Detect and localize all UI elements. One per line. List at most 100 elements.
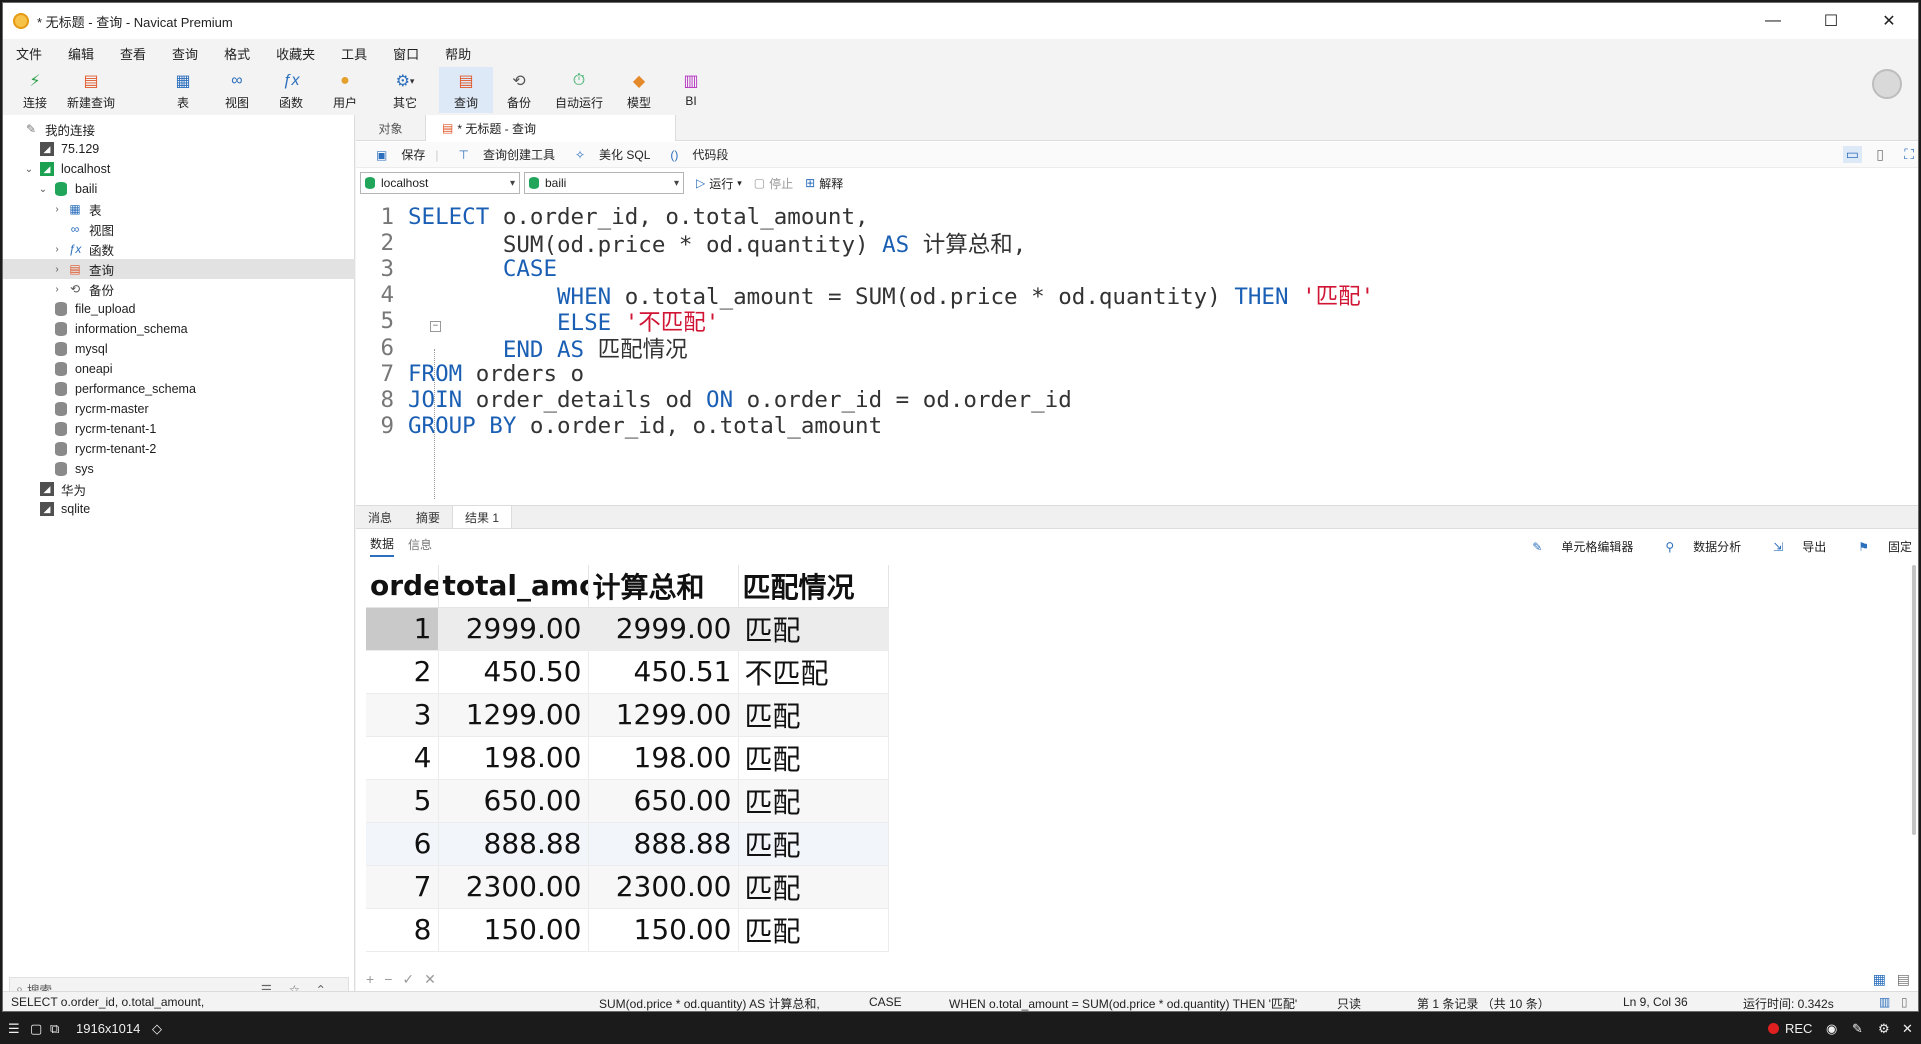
- pin-button[interactable]: ⚑ 固定: [1842, 538, 1912, 555]
- subtab-data[interactable]: 数据: [370, 535, 395, 557]
- backup-button[interactable]: ⟲ 备份: [497, 67, 541, 113]
- cell-calculated-sum[interactable]: 450.51: [588, 650, 739, 694]
- cell-order-id[interactable]: 5: [366, 779, 439, 823]
- cell-order-id[interactable]: 1: [366, 607, 439, 651]
- beautify-sql-button[interactable]: ✧ 美化 SQL: [565, 146, 650, 163]
- view-button[interactable]: ∞ 视图: [217, 67, 257, 113]
- recorder-window-icon[interactable]: ⧉: [50, 1021, 59, 1037]
- run-dropdown-icon[interactable]: ▾: [737, 178, 742, 189]
- menu-query[interactable]: 查询: [159, 44, 211, 63]
- recorder-menu-icon[interactable]: ☰: [8, 1021, 20, 1037]
- tab-summary[interactable]: 摘要: [404, 506, 452, 528]
- tree-item[interactable]: information_schema: [3, 319, 355, 339]
- cell-match-status[interactable]: 匹配: [738, 693, 889, 737]
- table-row[interactable]: 5 650.00 650.00 匹配: [366, 779, 889, 823]
- bi-button[interactable]: ▥ BI: [671, 67, 711, 113]
- menu-help[interactable]: 帮助: [432, 44, 484, 63]
- menu-view[interactable]: 查看: [107, 44, 159, 63]
- cell-calculated-sum[interactable]: 2300.00: [588, 865, 739, 909]
- cell-editor-button[interactable]: ✎ 单元格编辑器: [1516, 538, 1633, 555]
- table-button[interactable]: ▦ 表: [163, 67, 203, 113]
- maximize-button[interactable]: ☐: [1802, 3, 1860, 39]
- cell-match-status[interactable]: 匹配: [738, 908, 889, 952]
- layout-side-icon[interactable]: ▯: [1876, 146, 1884, 163]
- tree-item[interactable]: rycrm-tenant-2: [3, 439, 355, 459]
- model-button[interactable]: ◆ 模型: [617, 67, 661, 113]
- chevron-right-icon[interactable]: ›: [51, 284, 63, 295]
- tree-item[interactable]: ⌄ ◢ localhost: [3, 159, 355, 179]
- tree-item[interactable]: ∞ 视图: [3, 219, 355, 239]
- export-button[interactable]: ⇲ 导出: [1757, 538, 1826, 555]
- menu-window[interactable]: 窗口: [380, 44, 432, 63]
- avatar[interactable]: [1872, 69, 1902, 99]
- tree-item[interactable]: sys: [3, 459, 355, 479]
- cell-calculated-sum[interactable]: 1299.00: [588, 693, 739, 737]
- chevron-down-icon[interactable]: ⌄: [23, 164, 35, 175]
- code-snippet-button[interactable]: () 代码段: [660, 146, 728, 163]
- cell-match-status[interactable]: 匹配: [738, 822, 889, 866]
- delete-row-button[interactable]: −: [384, 971, 392, 987]
- result-scrollbar[interactable]: [1912, 565, 1916, 835]
- fullscreen-icon[interactable]: ⛶: [1904, 146, 1914, 163]
- cell-order-id[interactable]: 8: [366, 908, 439, 952]
- tree-item[interactable]: rycrm-tenant-1: [3, 419, 355, 439]
- auto-run-button[interactable]: ⏱ 自动运行: [549, 67, 609, 113]
- table-row[interactable]: 4 198.00 198.00 匹配: [366, 736, 889, 780]
- connect-button[interactable]: ⚡ 连接: [15, 67, 55, 113]
- chevron-right-icon[interactable]: ›: [51, 204, 63, 215]
- sql-editor[interactable]: 1 SELECT o.order_id, o.total_amount, 2 SUM…: [356, 201, 1918, 501]
- add-row-button[interactable]: +: [366, 971, 374, 987]
- close-icon[interactable]: ✕: [1902, 1021, 1913, 1037]
- cell-total-amount[interactable]: 2999.00: [438, 607, 589, 651]
- discard-button[interactable]: ✕: [424, 971, 436, 988]
- explain-button[interactable]: ⊞ 解释: [805, 175, 843, 192]
- user-button[interactable]: ● 用户: [325, 67, 365, 113]
- form-view-icon[interactable]: ▤: [1897, 971, 1910, 988]
- data-analysis-button[interactable]: ⚲ 数据分析: [1649, 538, 1741, 555]
- cell-order-id[interactable]: 4: [366, 736, 439, 780]
- tree-root[interactable]: ✎ 我的连接: [3, 119, 355, 139]
- cell-calculated-sum[interactable]: 650.00: [588, 779, 739, 823]
- tree-item[interactable]: ◢ sqlite: [3, 499, 355, 519]
- column-header-total-amount[interactable]: total_amc: [438, 565, 589, 608]
- apply-button[interactable]: ✓: [402, 971, 414, 988]
- table-row[interactable]: 6 888.88 888.88 匹配: [366, 822, 889, 866]
- recorder-rec-button[interactable]: REC: [1768, 1021, 1812, 1036]
- settings-icon[interactable]: ⚙: [1878, 1021, 1890, 1037]
- cell-order-id[interactable]: 7: [366, 865, 439, 909]
- table-row[interactable]: 3 1299.00 1299.00 匹配: [366, 693, 889, 737]
- cell-total-amount[interactable]: 450.50: [438, 650, 589, 694]
- database-select[interactable]: baili ▾: [524, 172, 684, 194]
- cell-calculated-sum[interactable]: 150.00: [588, 908, 739, 952]
- tree-item[interactable]: › ▤ 查询: [3, 259, 355, 279]
- chevron-right-icon[interactable]: ›: [51, 264, 63, 275]
- minimize-button[interactable]: —: [1744, 3, 1802, 39]
- query-builder-button[interactable]: ⊤ 查询创建工具: [448, 146, 554, 163]
- menu-favorites[interactable]: 收藏夹: [263, 44, 328, 63]
- tab-objects[interactable]: 对象: [356, 115, 426, 141]
- save-button[interactable]: ▣ 保存: [366, 146, 425, 163]
- cell-match-status[interactable]: 匹配: [738, 779, 889, 823]
- tree-item[interactable]: ◢ 75.129: [3, 139, 355, 159]
- menu-file[interactable]: 文件: [3, 44, 55, 63]
- tree-item[interactable]: oneapi: [3, 359, 355, 379]
- status-layout-icon[interactable]: ▥: [1879, 995, 1890, 1009]
- tree-item[interactable]: mysql: [3, 339, 355, 359]
- cell-total-amount[interactable]: 2300.00: [438, 865, 589, 909]
- tree-item[interactable]: ◢ 华为: [3, 479, 355, 499]
- tree-item[interactable]: › ⟲ 备份: [3, 279, 355, 299]
- tree-item[interactable]: ⌄ baili: [3, 179, 355, 199]
- cell-order-id[interactable]: 6: [366, 822, 439, 866]
- tab-messages[interactable]: 消息: [356, 506, 404, 528]
- cell-total-amount[interactable]: 198.00: [438, 736, 589, 780]
- cell-order-id[interactable]: 3: [366, 693, 439, 737]
- recorder-region-icon[interactable]: ▢: [30, 1021, 42, 1037]
- stop-button[interactable]: ▢ 停止: [754, 175, 793, 192]
- cell-match-status[interactable]: 匹配: [738, 736, 889, 780]
- tree-item[interactable]: performance_schema: [3, 379, 355, 399]
- fold-toggle-icon[interactable]: −: [430, 321, 441, 332]
- tree-item[interactable]: › ▦ 表: [3, 199, 355, 219]
- chevron-down-icon[interactable]: ⌄: [37, 184, 49, 195]
- cell-calculated-sum[interactable]: 888.88: [588, 822, 739, 866]
- tab-result-1[interactable]: 结果 1: [452, 506, 513, 528]
